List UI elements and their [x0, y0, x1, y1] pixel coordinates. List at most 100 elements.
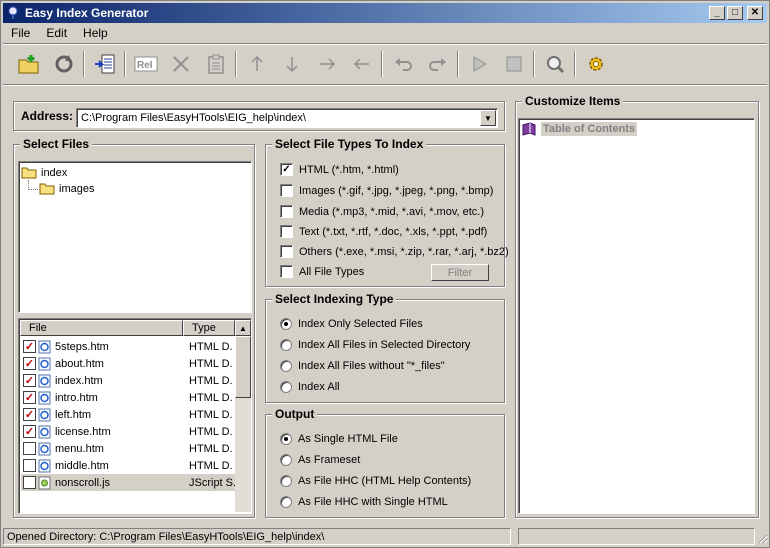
paste-button[interactable]	[198, 47, 233, 81]
redo-button[interactable]	[420, 47, 455, 81]
file-list-scrollbar[interactable]: ▲	[235, 320, 251, 512]
column-header-file[interactable]: File	[20, 320, 183, 336]
file-checkbox[interactable]: ✓	[23, 425, 36, 438]
radio[interactable]	[280, 496, 292, 508]
filetype-others-option[interactable]: Others (*.exe, *.msi, *.zip, *.rar, *.ar…	[280, 245, 509, 258]
filetype-media-option[interactable]: Media (*.mp3, *.mid, *.avi, *.mov, etc.)	[280, 205, 484, 218]
filetype-all-option[interactable]: All File Types	[280, 265, 364, 278]
tree-node-images[interactable]: images	[39, 182, 94, 195]
address-dropdown-button[interactable]: ▼	[480, 110, 496, 126]
new-project-button[interactable]	[11, 47, 46, 81]
checkbox[interactable]	[280, 184, 293, 197]
delete-icon	[172, 56, 189, 72]
refresh-button[interactable]	[46, 47, 81, 81]
file-checkbox[interactable]: ✓	[23, 408, 36, 421]
undo-button[interactable]	[385, 47, 420, 81]
table-row[interactable]: ✓ about.htm HTML D.	[21, 355, 247, 372]
folder-tree[interactable]: index images	[18, 161, 252, 313]
stop-button[interactable]	[496, 47, 531, 81]
menu-help[interactable]: Help	[75, 26, 116, 40]
table-row-selected[interactable]: nonscroll.js JScript S.	[21, 474, 247, 491]
file-checkbox[interactable]: ✓	[23, 391, 36, 404]
radio[interactable]	[280, 360, 292, 372]
checkbox[interactable]	[280, 205, 293, 218]
html-file-icon	[38, 425, 51, 438]
file-checkbox[interactable]	[23, 476, 36, 489]
indexing-option[interactable]: Index All Files without "*_files"	[280, 360, 445, 372]
scroll-thumb[interactable]	[235, 336, 251, 398]
title-bar[interactable]: Easy Index Generator _ □ ✕	[3, 3, 767, 23]
filetype-images-option[interactable]: Images (*.gif, *.jpg, *.jpeg, *.png, *.b…	[280, 184, 493, 197]
toolbar-separator	[574, 51, 576, 77]
checkbox[interactable]	[280, 245, 293, 258]
radio[interactable]	[280, 454, 292, 466]
preview-button[interactable]	[537, 47, 572, 81]
menu-file[interactable]: File	[3, 26, 38, 40]
checkbox[interactable]	[280, 225, 293, 238]
checkbox[interactable]: ✓	[280, 163, 293, 176]
tree-node-label: images	[59, 182, 95, 195]
maximize-button[interactable]: □	[727, 6, 743, 20]
tree-node-index[interactable]: index	[21, 166, 67, 179]
file-checkbox[interactable]: ✓	[23, 340, 36, 353]
option-label: As Frameset	[298, 454, 361, 466]
chevron-down-icon: ▼	[484, 113, 492, 123]
table-row[interactable]: middle.htm HTML D.	[21, 457, 247, 474]
address-combobox[interactable]: C:\Program Files\EasyHTools\EIG_help\ind…	[76, 108, 498, 128]
delete-button[interactable]	[163, 47, 198, 81]
table-row[interactable]: ✓ left.htm HTML D.	[21, 406, 247, 423]
output-option[interactable]: As Frameset	[280, 454, 360, 466]
indexing-option[interactable]: Index All Files in Selected Directory	[280, 339, 470, 351]
filetype-html-option[interactable]: ✓ HTML (*.htm, *.html)	[280, 163, 399, 176]
file-checkbox[interactable]: ✓	[23, 357, 36, 370]
close-button[interactable]: ✕	[747, 6, 763, 20]
table-row[interactable]: ✓ intro.htm HTML D.	[21, 389, 247, 406]
generate-index-button[interactable]	[87, 47, 122, 81]
table-row[interactable]: menu.htm HTML D.	[21, 440, 247, 457]
play-button[interactable]	[461, 47, 496, 81]
filetype-text-option[interactable]: Text (*.txt, *.rtf, *.doc, *.xls, *.ppt,…	[280, 225, 487, 238]
svg-text:ReI: ReI	[137, 60, 153, 71]
file-checkbox[interactable]	[23, 442, 36, 455]
resize-grip-icon[interactable]	[756, 532, 768, 544]
indent-button[interactable]	[309, 47, 344, 81]
html-file-icon	[38, 408, 51, 421]
file-type: HTML D.	[189, 357, 233, 370]
move-up-button[interactable]	[239, 47, 274, 81]
rename-button[interactable]: ReI	[128, 47, 163, 81]
output-option[interactable]: As File HHC with Single HTML	[280, 496, 448, 508]
minimize-button[interactable]: _	[709, 6, 725, 20]
filter-button[interactable]: Filter	[431, 264, 489, 281]
customize-tree[interactable]: Table of Contents	[518, 118, 755, 514]
column-header-type[interactable]: Type	[183, 320, 235, 336]
file-list[interactable]: File Type ✓ 5steps.htm HTML D. ✓ about.h…	[18, 318, 252, 514]
indexing-option[interactable]: Index All	[280, 381, 340, 393]
html-file-icon	[38, 374, 51, 387]
table-row[interactable]: ✓ license.htm HTML D.	[21, 423, 247, 440]
table-row[interactable]: ✓ 5steps.htm HTML D.	[21, 338, 247, 355]
file-name: intro.htm	[55, 391, 98, 404]
generate-index-icon	[94, 54, 114, 74]
paste-icon	[207, 54, 224, 74]
menu-edit[interactable]: Edit	[38, 26, 75, 40]
settings-button[interactable]	[578, 47, 613, 81]
toolbar-separator	[457, 51, 459, 77]
scroll-up-button[interactable]: ▲	[235, 320, 251, 336]
status-text: Opened Directory: C:\Program Files\EasyH…	[3, 528, 511, 545]
table-row[interactable]: ✓ index.htm HTML D.	[21, 372, 247, 389]
radio-selected[interactable]	[280, 318, 292, 330]
file-checkbox[interactable]	[23, 459, 36, 472]
radio[interactable]	[280, 381, 292, 393]
indexing-option[interactable]: Index Only Selected Files	[280, 318, 423, 330]
radio[interactable]	[280, 339, 292, 351]
option-label: All File Types	[299, 265, 365, 278]
checkbox[interactable]	[280, 265, 293, 278]
toc-item[interactable]: Table of Contents	[521, 122, 638, 136]
outdent-button[interactable]	[344, 47, 379, 81]
radio-selected[interactable]	[280, 433, 292, 445]
output-option[interactable]: As File HHC (HTML Help Contents)	[280, 475, 471, 487]
radio[interactable]	[280, 475, 292, 487]
file-checkbox[interactable]: ✓	[23, 374, 36, 387]
output-option[interactable]: As Single HTML File	[280, 433, 398, 445]
move-down-button[interactable]	[274, 47, 309, 81]
